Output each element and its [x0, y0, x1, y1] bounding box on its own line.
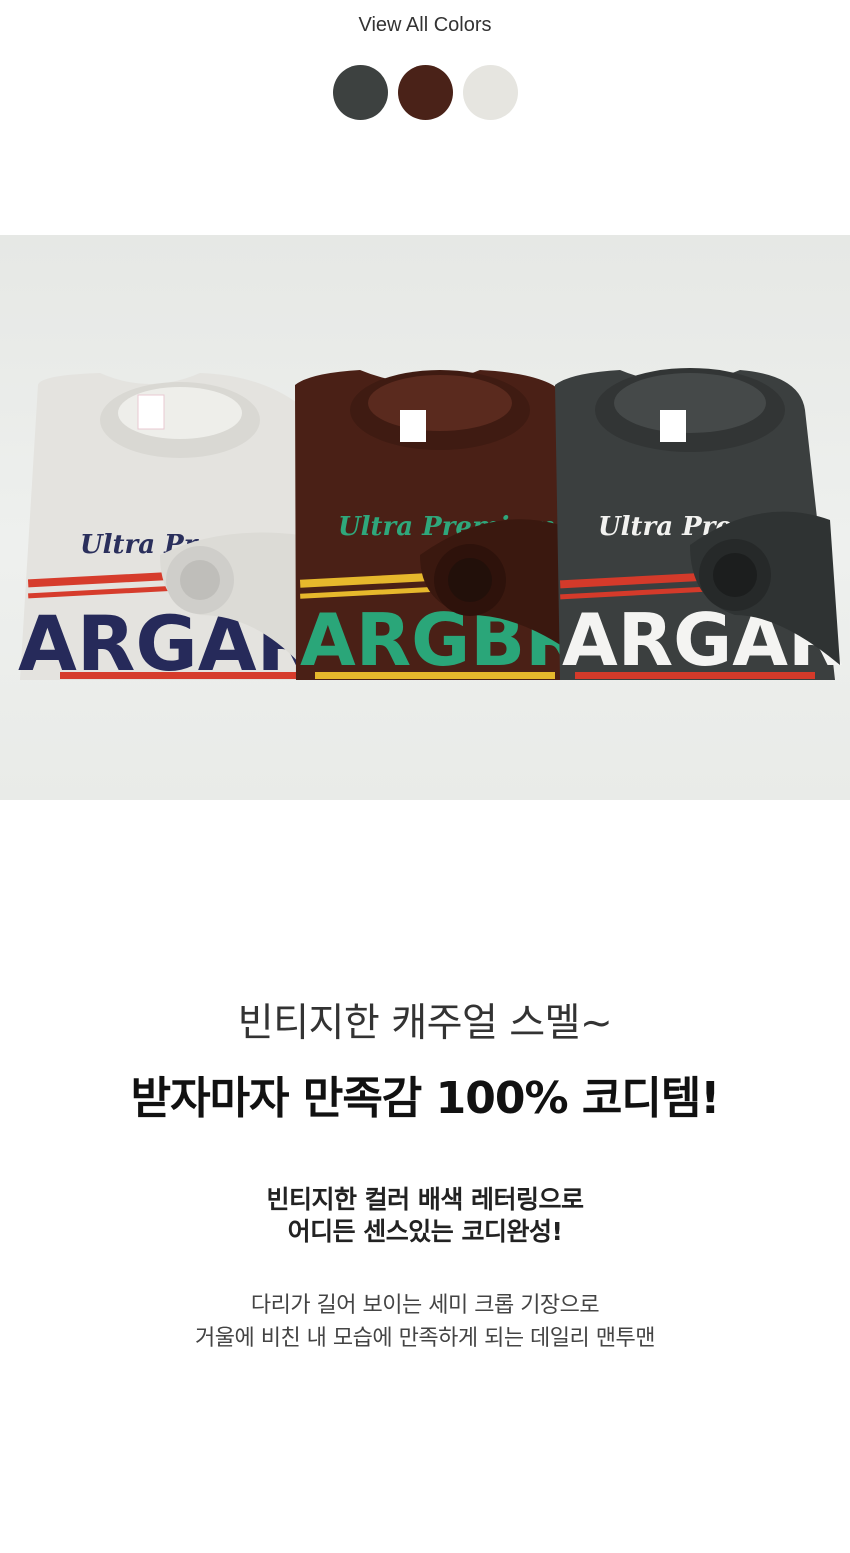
body-line-2: 거울에 비친 내 모습에 만족하게 되는 데일리 맨투맨	[195, 1326, 656, 1351]
product-photo: Ultra Premium ARGARI Ultra Premium ARGBR…	[0, 235, 850, 800]
headline-bold: 받자마자 만족감 100% 코디템!	[130, 1073, 721, 1124]
swatch-charcoal[interactable]	[332, 65, 388, 120]
swatch-brown[interactable]	[397, 65, 453, 120]
sub-line-1: 빈티지한 컬러 배색 레터링으로	[266, 1185, 584, 1214]
sweatshirt-charcoal: Ultra Premi ARGARI	[555, 368, 850, 682]
swatch-ivory[interactable]	[462, 65, 518, 120]
colors-title: View All Colors	[358, 14, 492, 36]
sub-line-2: 어디든 센스있는 코디완성!	[287, 1217, 563, 1246]
body-line-1: 다리가 길어 보이는 세미 크롭 기장으로	[250, 1293, 600, 1318]
color-swatches	[0, 65, 850, 120]
headline-light: 빈티지한 캐주얼 스멜~	[237, 1001, 613, 1046]
sweatshirt-ivory: Ultra Premium ARGARI	[18, 373, 343, 688]
sweatshirts-illustration: Ultra Premium ARGARI Ultra Premium ARGBR…	[18, 368, 850, 688]
